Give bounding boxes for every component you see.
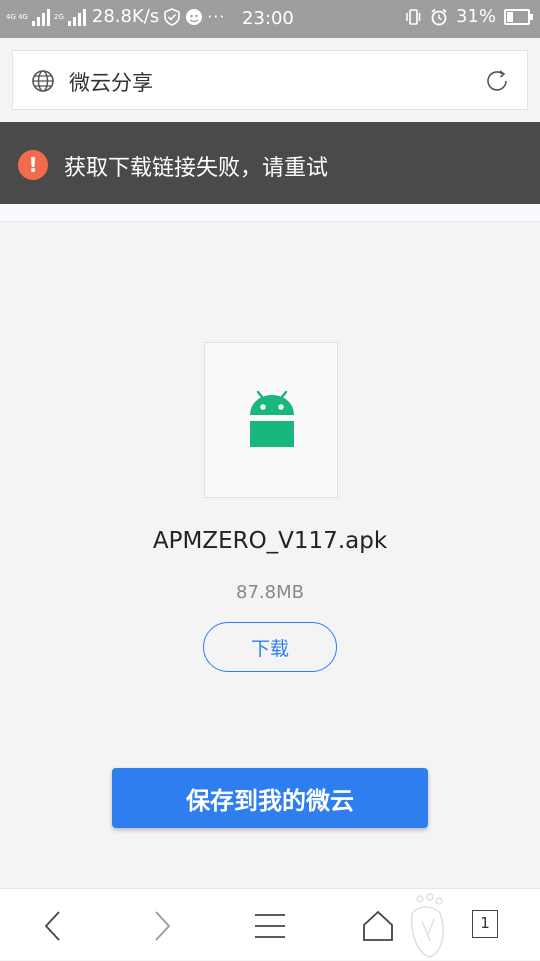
shield-check-icon	[164, 7, 181, 26]
alarm-icon	[431, 8, 447, 25]
android-icon	[250, 391, 294, 447]
file-size: 87.8MB	[236, 582, 304, 603]
clock: 23:00	[242, 8, 294, 29]
status-right: 31%	[404, 6, 533, 27]
error-message: 获取下载链接失败，请重试	[64, 156, 329, 181]
tab-count: 1	[480, 914, 490, 932]
save-to-weiyun-button[interactable]: 保存到我的微云	[112, 768, 428, 828]
forward-icon[interactable]	[145, 909, 179, 943]
sim1-tag: 4G 4G	[6, 13, 28, 21]
battery-icon	[504, 8, 533, 25]
page-title: 微云分享	[69, 71, 153, 95]
refresh-icon[interactable]	[483, 67, 511, 95]
more-notifications: ···	[207, 7, 226, 26]
home-icon[interactable]	[361, 909, 395, 943]
battery-level	[507, 11, 513, 22]
status-bar: 4G 4G 2G 28.8K/s ··· 23:00 31%	[0, 0, 540, 38]
net-speed: 28.8K/s	[91, 6, 160, 27]
error-toast: ! 获取下载链接失败，请重试	[0, 122, 540, 204]
file-thumbnail	[204, 342, 338, 498]
sim2-tag: 2G	[54, 13, 64, 21]
sim2-tag-text: 2G	[53, 12, 64, 21]
battery-percent: 31%	[455, 6, 496, 27]
header-strip	[0, 204, 540, 222]
vibrate-icon	[406, 8, 421, 25]
menu-icon[interactable]	[253, 909, 287, 943]
file-name: APMZERO_V117.apk	[152, 528, 388, 554]
back-icon[interactable]	[36, 909, 70, 943]
signal-icon-2	[67, 8, 86, 26]
bottom-nav: 1	[0, 888, 540, 960]
paw-watermark-icon	[410, 893, 444, 958]
address-bar-container: 微云分享	[0, 38, 540, 122]
status-left: 4G 4G 2G 28.8K/s ···	[6, 6, 225, 27]
app-notification-icon	[186, 8, 203, 25]
tabs-icon[interactable]: 1	[472, 910, 498, 938]
globe-icon	[32, 70, 54, 92]
address-bar[interactable]: 微云分享	[12, 50, 528, 110]
signal-icon	[31, 8, 50, 26]
download-button[interactable]: 下载	[203, 622, 337, 672]
sim1-tag-text: 4G 4G	[6, 12, 28, 21]
error-icon: !	[18, 150, 48, 180]
